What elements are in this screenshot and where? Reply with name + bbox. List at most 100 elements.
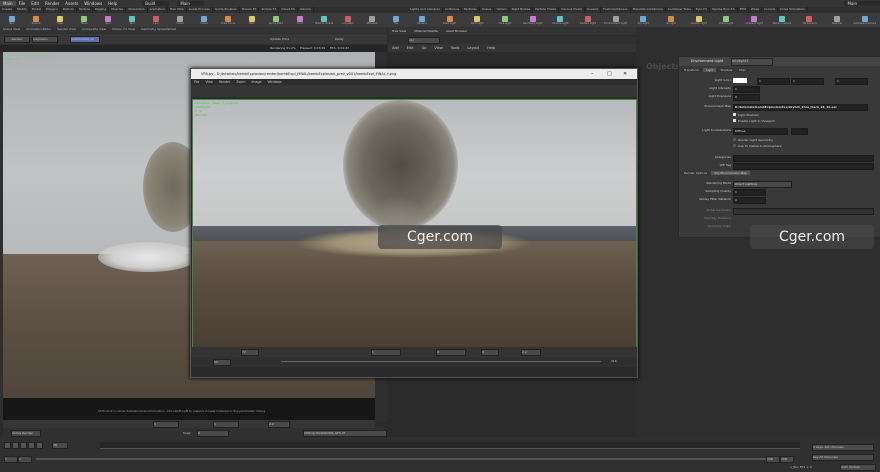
- node-name-field[interactable]: envlight1: [731, 58, 773, 66]
- shelf-tool-3[interactable]: Torus: [72, 13, 96, 27]
- snap-field[interactable]: 6: [197, 430, 229, 437]
- left-pane-tab-4[interactable]: Motion FX View: [109, 27, 138, 33]
- desktop-label[interactable]: Main: [844, 1, 880, 6]
- shelf-tool-0[interactable]: Box: [0, 13, 24, 27]
- subtab-sky-env-map[interactable]: Sky Environment Map: [711, 171, 750, 175]
- enable-viewport-checkbox[interactable]: [733, 119, 736, 122]
- param-tab-misc[interactable]: Misc: [736, 68, 749, 72]
- param-tab-shadow[interactable]: Shadow: [717, 68, 736, 72]
- minimize-icon[interactable]: –: [591, 69, 594, 79]
- end-frame-field[interactable]: 108: [766, 456, 780, 463]
- shelf-tool-2[interactable]: Tube: [48, 13, 72, 27]
- subtab-render-options[interactable]: Render Options: [681, 171, 711, 175]
- light-tool-14[interactable]: VR Camera: [796, 13, 824, 27]
- build-selector[interactable]: Build: [142, 1, 170, 6]
- light-tool-6[interactable]: Distant Light: [574, 13, 602, 27]
- menu-render[interactable]: Render: [42, 1, 62, 6]
- network-menu-4[interactable]: Tools: [447, 44, 464, 52]
- close-icon[interactable]: ✕: [623, 69, 627, 79]
- desktop-selector[interactable]: Main: [177, 1, 205, 6]
- key-all-channels[interactable]: Key All Channels: [812, 454, 874, 461]
- intensity-field[interactable]: 1: [733, 85, 760, 93]
- light-tool-5[interactable]: Volume Light: [546, 13, 574, 27]
- network-menu-5[interactable]: Layout: [463, 44, 483, 52]
- envmap-field[interactable]: D:/tutorials/bombExplosion/tex/skyhdr_kh…: [733, 103, 868, 111]
- play-reverse-icon[interactable]: [4, 442, 11, 449]
- light-tool-7[interactable]: Environment Light: [602, 13, 630, 27]
- light-tool-3[interactable]: Area Light: [491, 13, 519, 27]
- vfb-field-b[interactable]: 0: [436, 349, 466, 356]
- menu-edit[interactable]: Edit: [28, 1, 42, 6]
- light-tool-1[interactable]: Point Light: [436, 13, 464, 27]
- menu-main-desktop[interactable]: Main: [0, 1, 16, 6]
- param-tab-transform[interactable]: Transform: [681, 68, 702, 72]
- light-tool-4[interactable]: Geometry Light: [519, 13, 547, 27]
- shelf-tool-11[interactable]: Spray Paint: [264, 13, 288, 27]
- tab-material-palette[interactable]: Material Palette: [410, 27, 442, 35]
- menu-help[interactable]: Help: [105, 1, 120, 6]
- network-menu-2[interactable]: Go: [418, 44, 431, 52]
- menu-windows[interactable]: Windows: [81, 1, 105, 6]
- network-menu-1[interactable]: Edit: [403, 44, 418, 52]
- vfb-titlebar[interactable]: VFB.py - D:/tutorials/bombExplosion/rend…: [191, 69, 637, 79]
- light-tool-15[interactable]: Switcher: [823, 13, 851, 27]
- vfb-field-a[interactable]: 1: [371, 349, 401, 356]
- left-pane-tab-5[interactable]: Geometry Spreadsheet: [138, 27, 179, 33]
- active-render-button[interactable]: Active Render: [11, 430, 41, 437]
- left-pane-tab-0[interactable]: Scene View: [0, 27, 23, 33]
- light-tool-2[interactable]: Spot Light: [463, 13, 491, 27]
- renderer-selector[interactable]: /out/mantra_ipr: [70, 36, 100, 43]
- start-frame-field-2[interactable]: 1: [18, 456, 32, 463]
- vfb-timeline-slider[interactable]: [281, 361, 601, 362]
- tab-asset-browser[interactable]: Asset Browser: [442, 27, 471, 35]
- light-color-g[interactable]: 1: [791, 77, 824, 85]
- shelf-tool-5[interactable]: Null: [120, 13, 144, 27]
- light-color-swatch[interactable]: [733, 77, 747, 83]
- light-tool-0[interactable]: Camera: [408, 13, 436, 27]
- light-enabled-checkbox[interactable]: [733, 113, 736, 116]
- render-zoom-field[interactable]: 1: [213, 421, 239, 428]
- shelf-tool-6[interactable]: Line: [144, 13, 168, 27]
- menu-file[interactable]: File: [16, 1, 29, 6]
- network-menu-6[interactable]: Help: [483, 44, 499, 52]
- camera-selector[interactable]: /obj/cam1: [32, 36, 58, 43]
- shelf-tool-14[interactable]: L-System: [336, 13, 360, 27]
- play-icon[interactable]: [20, 442, 27, 449]
- end-frame-field-2[interactable]: 108: [780, 456, 794, 463]
- range-slider[interactable]: [36, 458, 766, 460]
- shelf-tool-13[interactable]: Platonic Solids: [312, 13, 336, 27]
- vfb-frame2-field[interactable]: 24: [213, 359, 231, 366]
- menu-assets[interactable]: Assets: [62, 1, 81, 6]
- filter-field[interactable]: 0: [733, 196, 766, 204]
- shelf-tool-7[interactable]: Circle: [168, 13, 192, 27]
- light-tool-13[interactable]: Stereo Camera: [768, 13, 796, 27]
- light-tool-16[interactable]: Gamepad Camera: [851, 13, 879, 27]
- light-tool-10[interactable]: Caustic Light: [685, 13, 713, 27]
- light-tool-8[interactable]: Sky Light: [630, 13, 658, 27]
- tab-tree-view[interactable]: Tree View: [388, 27, 410, 35]
- vfb-field-c[interactable]: 0: [481, 349, 499, 356]
- shelf-tool-10[interactable]: Path: [240, 13, 264, 27]
- vfb-gamma-field[interactable]: 2.2: [521, 349, 541, 356]
- light-color-b[interactable]: 1: [835, 77, 868, 85]
- shelf-tool-9[interactable]: Draw Curve: [216, 13, 240, 27]
- step-forward-icon[interactable]: [36, 442, 43, 449]
- shelf-tool-16[interactable]: File: [384, 13, 408, 27]
- contributions-field-2[interactable]: [791, 127, 808, 135]
- start-frame-field[interactable]: 1: [4, 456, 18, 463]
- network-menu-3[interactable]: View: [430, 44, 446, 52]
- gamma-field[interactable]: 2.2: [268, 421, 290, 428]
- light-color-r[interactable]: 1: [757, 77, 790, 85]
- network-path[interactable]: obj: [408, 37, 440, 44]
- network-menu-0[interactable]: Add: [388, 44, 403, 52]
- current-frame-field[interactable]: 48: [52, 442, 68, 449]
- render-frame-field[interactable]: 1: [153, 421, 179, 428]
- vfb-image-view[interactable]: bombExpl_FINAL_[F].png[72] 1280x720 fr 7…: [192, 99, 637, 348]
- step-back-icon[interactable]: [28, 442, 35, 449]
- categories-field[interactable]: [733, 154, 874, 162]
- light-tool-12[interactable]: Ambient Light: [740, 13, 768, 27]
- render-button[interactable]: Render: [4, 36, 30, 43]
- auto-update-button[interactable]: Auto Update: [840, 464, 876, 471]
- stop-icon[interactable]: [12, 442, 19, 449]
- light-tool-9[interactable]: GI Light: [657, 13, 685, 27]
